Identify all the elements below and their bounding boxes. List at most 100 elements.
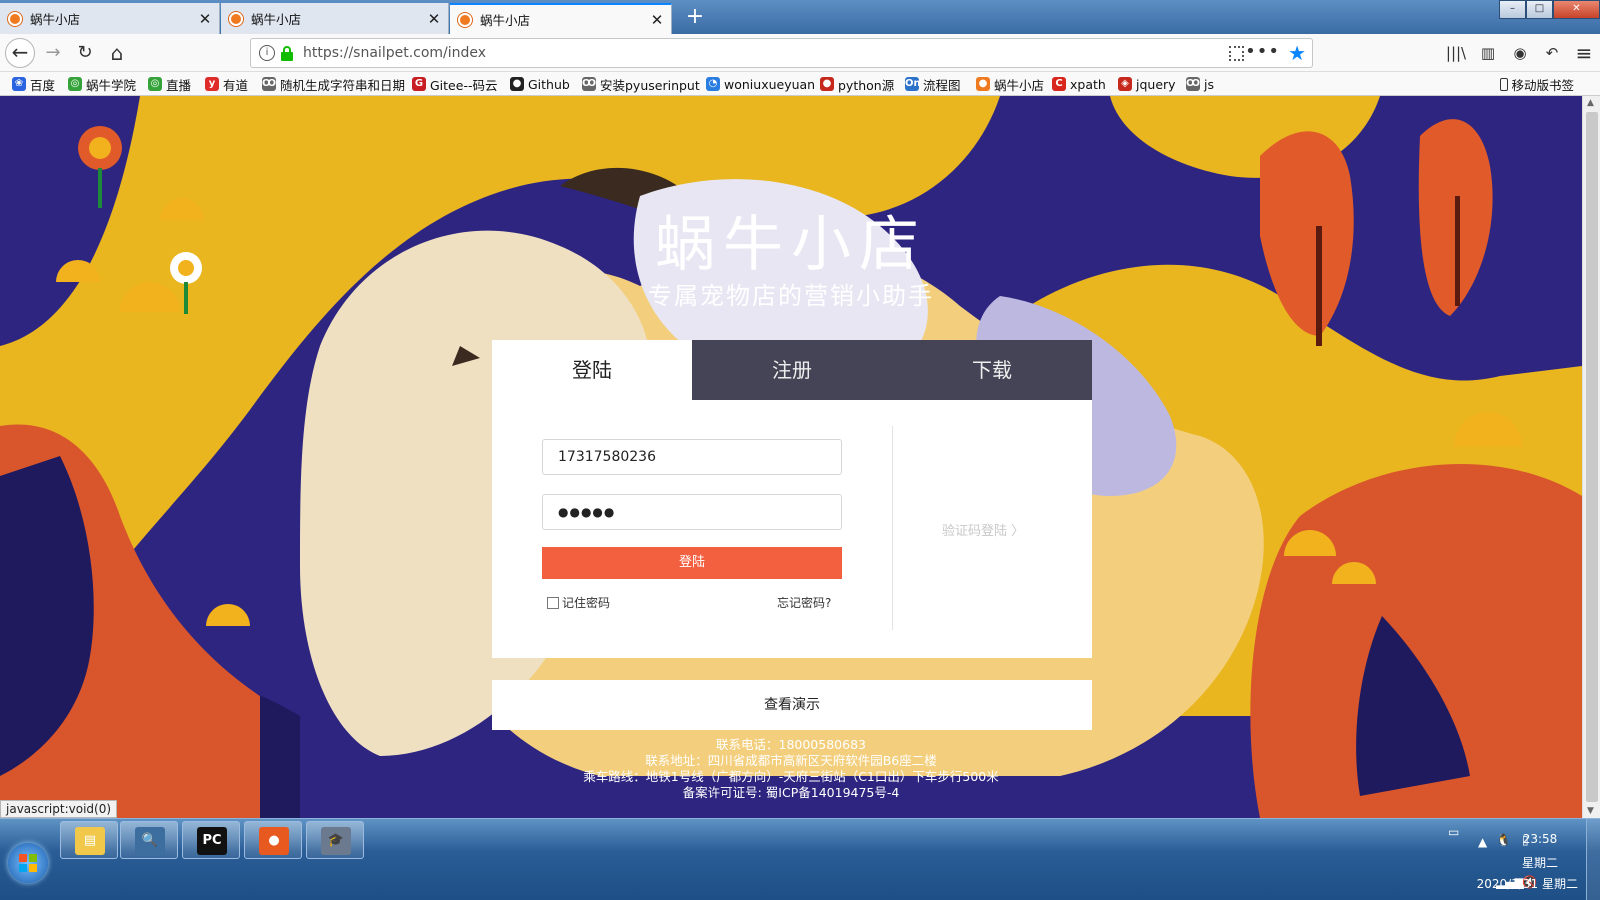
tab-register[interactable]: 注册	[692, 340, 892, 400]
taskbar-clock[interactable]: 23:58 星期二	[1522, 827, 1558, 875]
snail-icon: ◎	[148, 77, 162, 91]
url-text[interactable]: https://snailpet.com/index	[303, 45, 486, 61]
remember-label: 记住密码	[562, 596, 611, 610]
taskbar-app-system-monitor[interactable]: 🔍	[120, 821, 178, 859]
bookmark-label: 蜗牛学院	[86, 77, 137, 93]
taskbar-app-explorer[interactable]: ▤	[60, 821, 118, 859]
back-button[interactable]: ←	[5, 38, 35, 68]
taskbar-app-firefox[interactable]: ●	[244, 821, 302, 859]
footer-address: 联系地址：四川省成都市高新区天府软件园B6座二楼	[645, 753, 937, 768]
undo-icon[interactable]: ↶	[1536, 38, 1568, 68]
python-icon: ●	[820, 77, 834, 91]
tab-download[interactable]: 下载	[892, 340, 1092, 400]
taskbar-app-pycharm[interactable]: PC	[182, 821, 240, 859]
scroll-down-icon[interactable]: ▼	[1587, 806, 1594, 816]
tab-close-icon[interactable]: ✕	[643, 11, 671, 29]
login-card: 登陆 注册 下载 17317580236 ●●●●● 登陆 记住密码 忘记密码?…	[492, 340, 1092, 658]
tray-qq-icon[interactable]: 🐧	[1496, 833, 1511, 847]
brand-title: 蜗牛小店	[655, 210, 927, 280]
page-actions-icon[interactable]: •••	[1245, 41, 1280, 62]
library-icon[interactable]: |||\	[1440, 38, 1472, 68]
status-link-preview: javascript:void(0)	[0, 800, 118, 818]
page-footer: 联系电话：18000580683 联系地址：四川省成都市高新区天府软件园B6座二…	[0, 737, 1582, 801]
forward-button[interactable]: →	[38, 38, 68, 68]
browser-tab[interactable]: 蜗牛小店 ✕	[221, 3, 449, 34]
address-bar[interactable]: i https://snailpet.com/index ••• ★	[250, 38, 1313, 68]
bookmark-item[interactable]: Cxpath	[1052, 75, 1106, 93]
home-button[interactable]: ⌂	[102, 38, 132, 68]
start-button[interactable]	[8, 843, 48, 883]
sms-login-link[interactable]: 验证码登陆 〉	[942, 520, 1024, 539]
remember-checkbox[interactable]	[547, 596, 559, 609]
minimize-button[interactable]: –	[1499, 0, 1526, 19]
bookmark-label: python源	[838, 77, 895, 93]
windows-taskbar: ▤ 🔍 PC ● 🎓 ▭ ▲ 🐧 ▯ ▂▄▆ 🔇 23:58 星期二 2020/3/31…	[0, 818, 1600, 900]
account-icon[interactable]: ◉	[1504, 38, 1536, 68]
tab-login[interactable]: 登陆	[492, 340, 692, 400]
bookmark-item[interactable]: ● Github	[510, 75, 570, 93]
new-tab-button[interactable]: +	[680, 3, 710, 33]
bookmark-item[interactable]: Ꝏ 随机生成字符串和日期	[262, 75, 405, 93]
clock-date: 2020/3/31 星期二	[1476, 877, 1578, 891]
footer-icp[interactable]: 备案许可证号: 蜀ICP备14019475号-4	[0, 785, 1582, 801]
bookmark-item[interactable]: ◔ woniuxueyuan	[706, 75, 815, 93]
bookmark-item[interactable]: ◈ jquery	[1118, 75, 1176, 93]
sidebar-icon[interactable]: ▥	[1472, 38, 1504, 68]
browser-tab-title: 蜗牛小店	[30, 12, 81, 27]
youdao-icon: y	[205, 77, 219, 91]
bookmark-label: Github	[528, 76, 570, 92]
close-window-button[interactable]: ✕	[1553, 0, 1600, 19]
footer-phone: 联系电话：18000580683	[716, 737, 866, 752]
bookmark-item[interactable]: ◎ 蜗牛学院	[68, 75, 136, 93]
page-scrollbar[interactable]: ▲ ▼	[1582, 96, 1600, 818]
bookmark-item[interactable]: G Gitee--码云	[412, 75, 497, 93]
bookmark-item[interactable]: y 有道	[205, 75, 248, 93]
bookmark-label: 百度	[30, 77, 56, 93]
bookmark-item[interactable]: Ꝏ 安装pyuserinput	[582, 75, 700, 93]
browser-tab[interactable]: 蜗牛小店 ✕	[0, 3, 220, 34]
tab-close-icon[interactable]: ✕	[191, 10, 219, 28]
bookmark-label: 有道	[223, 77, 249, 93]
pycharm-icon: PC	[197, 827, 227, 855]
tab-close-icon[interactable]: ✕	[420, 10, 448, 28]
bookmark-label: woniuxueyuan	[724, 76, 816, 92]
browser-tab-active[interactable]: 蜗牛小店 ✕	[450, 3, 672, 34]
view-demo-button[interactable]: 查看演示	[492, 680, 1092, 730]
menu-icon[interactable]: ≡	[1568, 38, 1600, 68]
login-button[interactable]: 登陆	[542, 547, 842, 579]
auth-tabs: 登陆 注册 下载	[492, 340, 1092, 400]
site-info-icon[interactable]: i	[259, 45, 275, 61]
scroll-up-icon[interactable]: ▲	[1587, 98, 1594, 108]
bookmark-item[interactable]: ❀ 百度	[12, 75, 55, 93]
explorer-icon: ▤	[75, 827, 105, 855]
phone-input[interactable]: 17317580236	[542, 439, 842, 475]
tool-icon: Ꝏ	[262, 77, 277, 91]
bookmark-item[interactable]: Ꝏjs	[1186, 75, 1214, 93]
reload-button[interactable]: ↻	[70, 38, 100, 68]
tray-expand-icon[interactable]: ▲	[1478, 835, 1487, 849]
taskbar-app-education[interactable]: 🎓	[306, 821, 364, 859]
bookmark-item[interactable]: ◎ 直播	[148, 75, 191, 93]
show-desktop-button[interactable]	[1586, 819, 1600, 900]
forgot-password-link[interactable]: 忘记密码?	[777, 594, 831, 611]
password-input[interactable]: ●●●●●	[542, 494, 842, 530]
tray-keyboard-icon[interactable]: ▭	[1448, 825, 1459, 839]
github-icon: ●	[510, 77, 524, 91]
link-icon: ◔	[706, 77, 720, 91]
clock-weekday: 星期二	[1521, 856, 1558, 870]
bookmark-item[interactable]: On 流程图	[905, 75, 961, 93]
window-controls: – □ ✕	[1499, 0, 1600, 19]
qr-code-icon[interactable]	[1229, 46, 1244, 61]
maximize-button[interactable]: □	[1526, 0, 1553, 19]
bookmark-star-icon[interactable]: ★	[1288, 41, 1306, 65]
bookmark-label: 随机生成字符串和日期	[280, 77, 406, 93]
bookmark-label: js	[1204, 76, 1214, 92]
scrollbar-thumb[interactable]	[1586, 112, 1598, 802]
bookmark-item[interactable]: ● python源	[820, 75, 894, 93]
divider	[892, 426, 893, 630]
paw-icon: ❀	[12, 77, 26, 91]
bookmark-item[interactable]: ● 蜗牛小店	[976, 75, 1044, 93]
remember-password[interactable]: 记住密码	[547, 594, 610, 611]
bookmark-label: xpath	[1070, 76, 1106, 92]
mobile-bookmarks[interactable]: 移动版书签	[1500, 75, 1574, 93]
